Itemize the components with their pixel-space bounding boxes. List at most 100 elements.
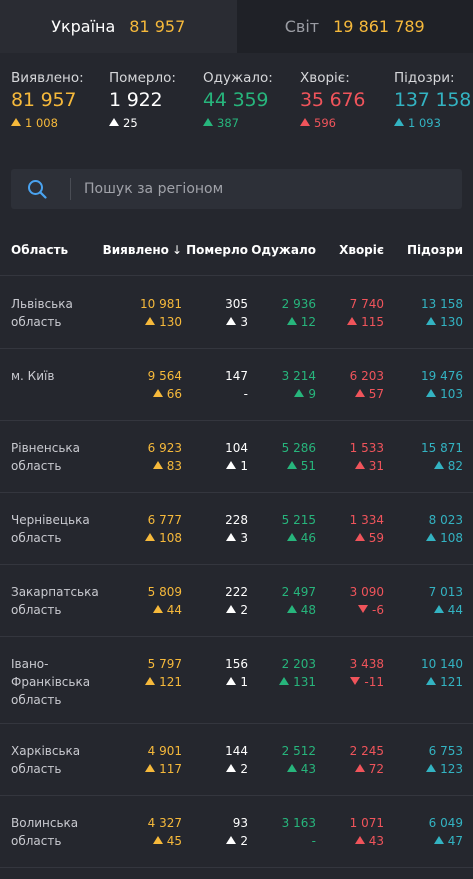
cell-value: 4 327 — [147, 816, 182, 830]
cell-value: 1 533 — [349, 441, 384, 455]
cell-confirmed: 5 797 121 — [145, 655, 182, 691]
arrow-up-icon — [286, 533, 297, 541]
cell-delta: 43 — [282, 760, 316, 778]
delta-text: 3 — [240, 531, 248, 545]
table-row[interactable]: Харківська область 4 901 117 144 2 2 512 43 2 2… — [0, 724, 473, 796]
cell-suspected: 6 049 47 — [429, 814, 463, 850]
region-name: Закарпатська область — [11, 585, 99, 617]
cell-value: 10 140 — [421, 657, 463, 671]
delta-text: 44 — [447, 603, 463, 617]
cell-confirmed: 5 809 44 — [148, 583, 182, 619]
cell-delta: - — [225, 385, 248, 403]
arrow-up-icon — [203, 118, 213, 126]
region-search — [11, 169, 462, 209]
delta-text: 44 — [166, 603, 182, 617]
cell-delta: 1 — [225, 457, 248, 475]
col-header-suspected[interactable]: Підозри — [407, 243, 463, 257]
cell-value: 2 203 — [281, 657, 316, 671]
cell-delta: 51 — [282, 457, 316, 475]
cell-delta: 123 — [426, 760, 463, 778]
cell-delta: 59 — [350, 529, 384, 547]
arrow-up-icon — [426, 677, 437, 685]
cell-value: 5 797 — [147, 657, 182, 671]
delta-text: 66 — [166, 387, 182, 401]
cell-value: 3 163 — [281, 816, 316, 830]
delta-text: 72 — [368, 762, 384, 776]
tab-ukraine-count: 81 957 — [129, 17, 186, 36]
cell-value: 144 — [225, 744, 248, 758]
cell-value: 3 214 — [281, 369, 316, 383]
search-icon[interactable] — [27, 179, 47, 199]
col-header-sick[interactable]: Хворіє — [339, 243, 384, 257]
cell-delta: - — [282, 832, 316, 850]
cell-suspected: 7 013 44 — [429, 583, 463, 619]
cell-delta: 130 — [421, 313, 463, 331]
col-header-region[interactable]: Область — [11, 243, 68, 257]
table-row[interactable]: Чернівецька область 6 777 108 228 3 5 215 46 1 … — [0, 493, 473, 565]
region-name: Рівненська область — [11, 441, 80, 473]
arrow-up-icon — [226, 533, 237, 541]
cell-delta: 3 — [225, 313, 248, 331]
cell-delta: 72 — [350, 760, 384, 778]
tab-world[interactable]: Світ 19 861 789 — [237, 0, 473, 53]
cell-recovered: 2 512 43 — [282, 742, 316, 778]
arrow-up-icon — [354, 461, 365, 469]
cell-value: 15 871 — [421, 441, 463, 455]
table-row[interactable]: м. Київ 9 564 66 147 - 3 214 9 6 203 57 19 476 103 — [0, 349, 473, 421]
cell-delta: 83 — [148, 457, 182, 475]
cell-deaths: 144 2 — [225, 742, 248, 778]
col-header-confirmed[interactable]: Виявлено ↓ — [103, 243, 182, 257]
col-header-deaths[interactable]: Померло — [186, 243, 248, 257]
table-row[interactable]: Закарпатська область 5 809 44 222 2 2 497 48 3 … — [0, 565, 473, 637]
col-header-recovered[interactable]: Одужало — [251, 243, 316, 257]
region-name: Чернівецька область — [11, 513, 90, 545]
arrow-up-icon — [426, 533, 437, 541]
cell-value: 6 923 — [147, 441, 182, 455]
tab-ukraine[interactable]: Україна 81 957 — [0, 0, 237, 53]
cell-delta: -11 — [350, 673, 384, 691]
cell-deaths: 222 2 — [225, 583, 248, 619]
cell-deaths: 305 3 — [225, 295, 248, 331]
cell-delta: 31 — [350, 457, 384, 475]
arrow-up-icon — [226, 677, 237, 685]
cell-confirmed: 6 777 108 — [145, 511, 182, 547]
table-row[interactable]: Волинська область 4 327 45 93 2 3 163-1 071 43… — [0, 796, 473, 868]
cell-delta: 121 — [145, 673, 182, 691]
cell-value: 228 — [225, 513, 248, 527]
cell-value: 1 071 — [349, 816, 384, 830]
cell-delta: 2 — [226, 832, 248, 850]
stat-sick-delta: 596 — [314, 116, 336, 130]
cell-delta: 1 — [225, 673, 248, 691]
cell-confirmed: 4 901 117 — [145, 742, 182, 778]
arrow-up-icon — [152, 389, 163, 397]
cell-delta: 131 — [279, 673, 316, 691]
delta-text: 3 — [240, 315, 248, 329]
cell-deaths: 147 - — [225, 367, 248, 403]
delta-text: 1 — [240, 675, 248, 689]
scope-tabs: Україна 81 957 Світ 19 861 789 — [0, 0, 473, 53]
arrow-up-icon — [226, 764, 237, 772]
table-row[interactable]: Івано-Франківська область 5 797 121 156 1 2 2… — [0, 637, 473, 724]
search-input[interactable] — [84, 169, 454, 209]
delta-text: 121 — [159, 675, 182, 689]
delta-text: 130 — [440, 315, 463, 329]
cell-delta: 108 — [145, 529, 182, 547]
table-row[interactable]: Рівненська область 6 923 83 104 1 5 286 51 1 53… — [0, 421, 473, 493]
cell-delta: 9 — [282, 385, 316, 403]
delta-text: 103 — [440, 387, 463, 401]
cell-delta: 82 — [421, 457, 463, 475]
cell-delta: 3 — [225, 529, 248, 547]
arrow-up-icon — [145, 764, 156, 772]
cell-recovered: 3 163 - — [282, 814, 316, 850]
arrow-up-icon — [226, 461, 237, 469]
region-name: Харківська область — [11, 744, 81, 776]
cell-delta: 2 — [225, 601, 248, 619]
table-row[interactable]: Львівська область 10 981 130 305 3 2 936 12 7 7… — [0, 277, 473, 349]
cell-value: 7 740 — [349, 297, 384, 311]
stat-confirmed-value: 81 957 — [11, 89, 77, 111]
delta-text: 9 — [308, 387, 316, 401]
arrow-up-icon — [354, 836, 365, 844]
region-name: Івано-Франківська область — [11, 657, 91, 707]
delta-text: 2 — [240, 762, 248, 776]
arrow-up-icon — [354, 533, 365, 541]
